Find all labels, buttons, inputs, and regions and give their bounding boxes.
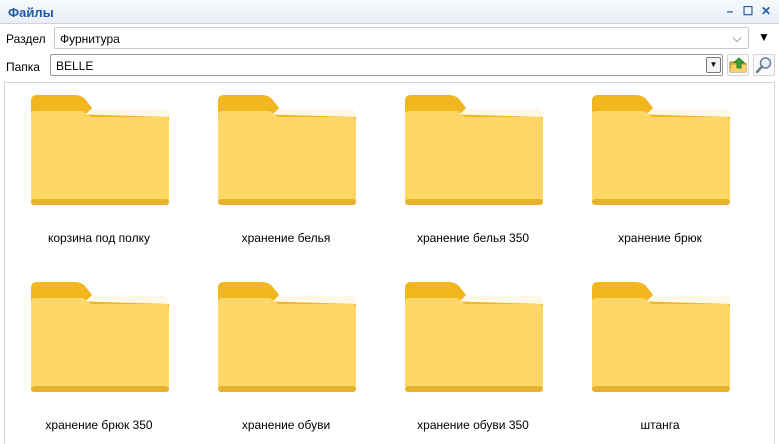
folder-row: Папка BELLE ▼ — [0, 53, 779, 79]
folder-icon — [405, 282, 543, 392]
panel-menu-arrow-icon[interactable]: ▼ — [756, 28, 772, 46]
folder-icon — [592, 95, 730, 205]
window-controls: – ☐ ✕ — [723, 4, 773, 18]
folder-name: хранение брюк — [618, 231, 702, 245]
section-label: Раздел — [6, 32, 46, 46]
section-value: Фурнитура — [60, 32, 120, 46]
folder-grid: корзина под полку хранение белья хранени… — [4, 82, 775, 444]
folder-tile[interactable]: хранение белья 350 — [383, 83, 563, 253]
folder-tile[interactable]: хранение брюк — [570, 83, 750, 253]
folder-tile[interactable]: хранение обуви 350 — [383, 270, 563, 440]
folder-tile[interactable]: хранение обуви — [196, 270, 376, 440]
folder-icon — [31, 95, 169, 205]
folder-name: хранение брюк 350 — [45, 418, 153, 432]
folder-name: хранение обуви 350 — [417, 418, 529, 432]
folder-icon — [218, 282, 356, 392]
section-row: Раздел Фурнитура ⌵ ▼ — [0, 25, 779, 51]
folder-up-icon — [729, 57, 747, 73]
search-icon — [755, 57, 772, 74]
title-bar: Файлы – ☐ ✕ — [0, 0, 779, 24]
folder-name: корзина под полку — [48, 231, 150, 245]
minimize-button[interactable]: – — [723, 4, 737, 18]
folder-icon — [405, 95, 543, 205]
folder-name: хранение белья 350 — [416, 231, 530, 245]
folder-name: хранение обуви — [241, 418, 331, 432]
folder-icon — [592, 282, 730, 392]
maximize-button[interactable]: ☐ — [741, 4, 755, 18]
window-title: Файлы — [8, 5, 54, 20]
chevron-down-icon[interactable]: ⌵ — [730, 30, 744, 46]
folder-tile[interactable]: штанга — [570, 270, 750, 440]
folder-icon — [31, 282, 169, 392]
folder-tile[interactable]: хранение брюк 350 — [9, 270, 189, 440]
search-button[interactable] — [753, 54, 775, 76]
close-button[interactable]: ✕ — [759, 4, 773, 18]
folder-tile[interactable]: хранение белья — [196, 83, 376, 253]
folder-up-button[interactable] — [727, 54, 749, 76]
folder-name: хранение белья — [241, 231, 331, 245]
folder-select[interactable]: BELLE ▼ — [50, 54, 723, 76]
dropdown-arrow-icon[interactable]: ▼ — [706, 57, 721, 73]
section-select[interactable]: Фурнитура ⌵ — [54, 27, 749, 49]
folder-tile[interactable]: корзина под полку — [9, 83, 189, 253]
folder-label: Папка — [6, 60, 40, 74]
folder-icon — [218, 95, 356, 205]
folder-name: штанга — [640, 418, 680, 432]
folder-value: BELLE — [56, 59, 94, 73]
